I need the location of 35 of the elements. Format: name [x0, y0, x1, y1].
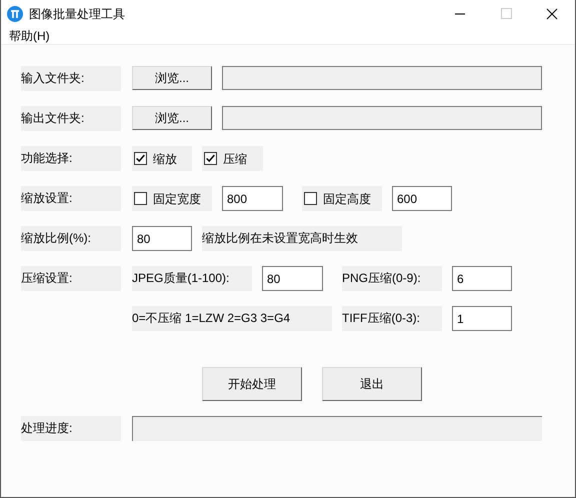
browse-button[interactable]: 浏览... — [132, 66, 212, 90]
app-icon — [7, 6, 23, 22]
input-field[interactable]: 600 — [392, 186, 452, 211]
checkbox-label: 固定高度 — [323, 190, 371, 208]
field-label: 处理进度: — [21, 416, 121, 441]
path-field[interactable] — [222, 106, 542, 130]
checkbox[interactable] — [134, 152, 147, 165]
input-field[interactable]: 6 — [452, 266, 512, 291]
field-label: 输出文件夹: — [21, 106, 121, 131]
input-field[interactable]: 1 — [452, 306, 512, 331]
field-label: 输入文件夹: — [21, 66, 121, 91]
field-label: 缩放比例在未设置宽高时生效 — [202, 226, 402, 251]
checkbox-label: 压缩 — [223, 150, 247, 168]
checkbox-label: 缩放 — [153, 150, 177, 168]
checkbox-label: 固定宽度 — [153, 190, 201, 208]
field-label: 缩放设置: — [21, 186, 121, 211]
checkbox[interactable] — [134, 192, 147, 205]
window-title: 图像批量处理工具 — [29, 6, 125, 23]
input-field[interactable]: 800 — [222, 186, 283, 211]
checkbox[interactable] — [304, 192, 317, 205]
checkbox[interactable] — [204, 152, 217, 165]
field-label: 缩放比例(%): — [21, 226, 121, 251]
input-field[interactable]: 80 — [262, 266, 323, 291]
field-label: 功能选择: — [21, 146, 121, 171]
field-label: PNG压缩(0-9): — [342, 266, 442, 291]
action-button[interactable]: 退出 — [322, 367, 422, 401]
menu-item[interactable]: 帮助(H) — [1, 27, 58, 45]
field-label: JPEG质量(1-100): — [132, 266, 252, 291]
field-label: 0=不压缩 1=LZW 2=G3 3=G4 — [132, 306, 332, 331]
field-label: 压缩设置: — [21, 266, 121, 291]
input-field[interactable]: 80 — [132, 226, 192, 251]
field-label: TIFF压缩(0-3): — [342, 306, 442, 331]
action-button[interactable]: 开始处理 — [202, 367, 302, 401]
path-field[interactable] — [222, 66, 542, 90]
browse-button[interactable]: 浏览... — [132, 106, 212, 130]
